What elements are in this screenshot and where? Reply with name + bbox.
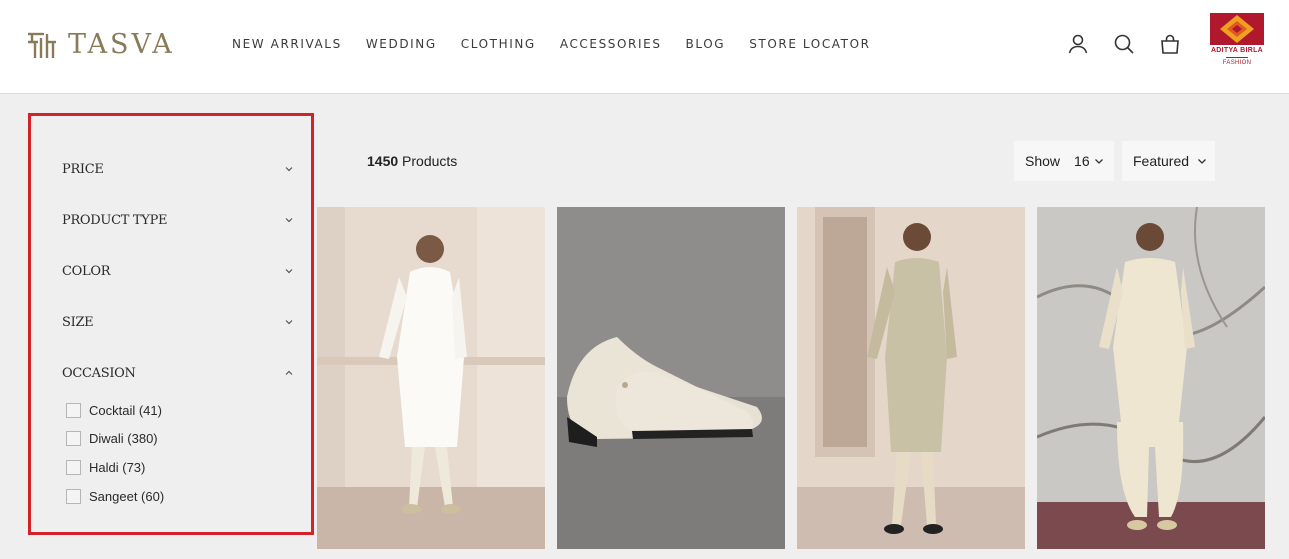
checkbox[interactable] — [66, 431, 81, 446]
nav-new-arrivals[interactable]: NEW ARRIVALS — [232, 37, 342, 51]
product-count-label: Products — [402, 153, 458, 169]
filter-size[interactable]: SIZE — [62, 310, 294, 334]
product-image — [557, 207, 785, 549]
filter-label: OCCASION — [62, 365, 136, 381]
filter-product-type[interactable]: PRODUCT TYPE — [62, 208, 294, 232]
account-icon[interactable] — [1066, 32, 1090, 56]
partner-divider — [1226, 57, 1248, 58]
brand-mark-icon — [28, 32, 56, 58]
product-card-pathani-set[interactable] — [1037, 207, 1265, 549]
site-header: TASVA NEW ARRIVALS WEDDING CLOTHING ACCE… — [0, 0, 1289, 94]
option-label: Cocktail (41) — [89, 403, 162, 418]
product-card-sage-kurta[interactable] — [797, 207, 1025, 549]
nav-blog[interactable]: BLOG — [686, 37, 726, 51]
product-image — [317, 207, 545, 549]
checkbox[interactable] — [66, 489, 81, 504]
chevron-down-icon — [1094, 159, 1103, 164]
filter-label: COLOR — [62, 263, 111, 279]
header-actions — [1066, 32, 1182, 56]
sort-value: Featured — [1133, 153, 1190, 169]
brand-name: TASVA — [68, 28, 175, 60]
chevron-up-icon — [285, 370, 293, 375]
chevron-down-icon — [285, 218, 293, 223]
show-label: Show — [1025, 153, 1061, 169]
product-count-number: 1450 — [367, 153, 399, 169]
brand-logo[interactable]: TASVA — [26, 28, 175, 60]
chevron-down-icon — [1198, 159, 1207, 164]
occasion-option-diwali[interactable]: Diwali (380) — [66, 431, 158, 446]
product-image — [797, 207, 1025, 549]
product-card-white-kurta[interactable] — [317, 207, 545, 549]
occasion-option-cocktail[interactable]: Cocktail (41) — [66, 403, 162, 418]
occasion-option-sangeet[interactable]: Sangeet (60) — [66, 489, 164, 504]
show-value: 16 — [1074, 153, 1090, 169]
nav-store-locator[interactable]: STORE LOCATOR — [749, 37, 870, 51]
page-size-select[interactable]: Show 16 — [1014, 141, 1114, 181]
filter-color[interactable]: COLOR — [62, 259, 294, 283]
filter-occasion[interactable]: OCCASION — [62, 361, 294, 385]
nav-accessories[interactable]: ACCESSORIES — [560, 37, 662, 51]
filter-label: PRICE — [62, 161, 104, 177]
chevron-down-icon — [285, 320, 293, 325]
main-nav: NEW ARRIVALS WEDDING CLOTHING ACCESSORIE… — [232, 37, 871, 51]
search-icon[interactable] — [1112, 32, 1136, 56]
product-image — [1037, 207, 1265, 549]
filter-label: SIZE — [62, 314, 94, 330]
filter-label: PRODUCT TYPE — [62, 212, 168, 228]
chevron-down-icon — [285, 167, 293, 172]
nav-wedding[interactable]: WEDDING — [366, 37, 437, 51]
product-count: 1450 Products — [367, 153, 457, 169]
aditya-birla-mark-icon — [1210, 13, 1264, 45]
checkbox[interactable] — [66, 403, 81, 418]
option-label: Diwali (380) — [89, 431, 158, 446]
option-label: Haldi (73) — [89, 460, 146, 475]
filter-sidebar: PRICE PRODUCT TYPE COLOR SIZE OCCASION C… — [28, 113, 314, 535]
filter-price[interactable]: PRICE — [62, 157, 294, 181]
partner-name: ADITYA BIRLA — [1210, 47, 1264, 54]
occasion-option-haldi[interactable]: Haldi (73) — [66, 460, 145, 475]
bag-icon[interactable] — [1158, 32, 1182, 56]
aditya-birla-logo[interactable]: ADITYA BIRLA FASHION — [1209, 13, 1265, 79]
checkbox[interactable] — [66, 460, 81, 475]
option-label: Sangeet (60) — [89, 489, 165, 504]
partner-sub: FASHION — [1222, 60, 1252, 66]
product-card-loafers[interactable] — [557, 207, 785, 549]
nav-clothing[interactable]: CLOTHING — [461, 37, 536, 51]
chevron-down-icon — [285, 269, 293, 274]
sort-select[interactable]: Featured — [1122, 141, 1215, 181]
